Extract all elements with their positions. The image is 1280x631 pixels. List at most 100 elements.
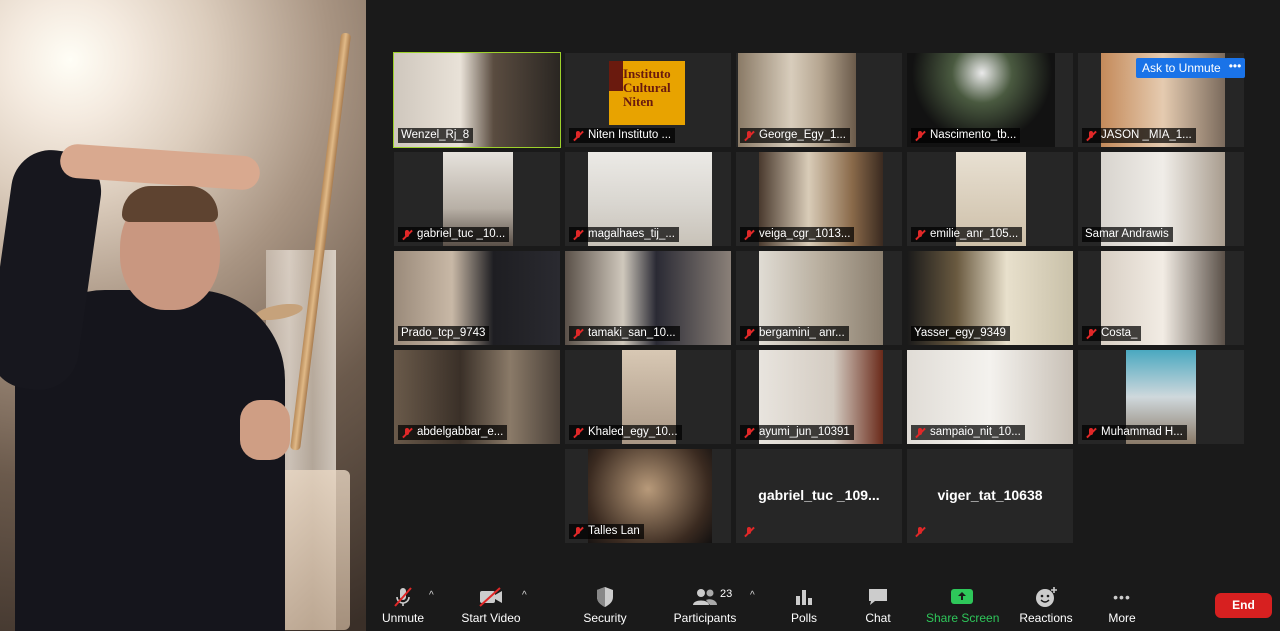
- participants-count: 23: [720, 588, 733, 600]
- participant-name-tag: veiga_cgr_1013...: [740, 227, 855, 242]
- muted-mic-icon: [572, 130, 584, 142]
- muted-mic-icon: [572, 229, 584, 241]
- participant-name-tag: Khaled_egy_10...: [569, 425, 682, 440]
- participants-options-caret-icon[interactable]: ^: [750, 590, 755, 601]
- participant-name-tag: abdelgabbar_e...: [398, 425, 508, 440]
- participant-tile[interactable]: George_Egy_1...: [736, 53, 902, 147]
- participant-name-tag: Niten Instituto ...: [569, 128, 676, 143]
- participant-name-tag: ayumi_jun_10391: [740, 425, 854, 440]
- participant-name-tag: Samar Andrawis: [1082, 227, 1173, 242]
- participant-display-name: viger_tat_10638: [937, 487, 1043, 503]
- speaker-hand: [240, 400, 290, 460]
- share-screen-icon: [951, 589, 973, 604]
- chat-label: Chat: [865, 611, 891, 625]
- participant-tile[interactable]: emilie_anr_105...: [907, 152, 1073, 246]
- participant-name-tag: [911, 524, 934, 539]
- tile-more-options-button[interactable]: •••: [1225, 58, 1245, 78]
- participant-tile[interactable]: Wenzel_Rj_8: [393, 52, 561, 148]
- participant-display-name: gabriel_tuc _109...: [758, 487, 880, 503]
- participant-tile[interactable]: Yasser_egy_9349: [907, 251, 1073, 345]
- muted-mic-icon: [743, 427, 755, 439]
- muted-mic-icon: [743, 130, 755, 142]
- more-dots-icon: •••: [1113, 589, 1131, 605]
- ask-to-unmute-button[interactable]: Ask to Unmute: [1136, 58, 1227, 78]
- participant-tile[interactable]: Nascimento_tb...: [907, 53, 1073, 147]
- participant-name-tag: gabriel_tuc _10...: [398, 227, 510, 242]
- participant-tile[interactable]: magalhaes_tij_...: [565, 152, 731, 246]
- muted-mic-icon: [743, 229, 755, 241]
- participant-tile[interactable]: bergamini_ anr...: [736, 251, 902, 345]
- unmute-label: Unmute: [381, 611, 425, 625]
- reactions-button[interactable]: Reactions: [1018, 586, 1074, 625]
- unmute-button[interactable]: Unmute: [380, 586, 426, 625]
- participant-name-tag: [740, 524, 763, 539]
- start-video-label: Start Video: [461, 611, 521, 625]
- participant-name-tag: George_Egy_1...: [740, 128, 850, 143]
- security-label: Security: [583, 611, 627, 625]
- participant-tile[interactable]: ayumi_jun_10391: [736, 350, 902, 444]
- reactions-label: Reactions: [1019, 611, 1073, 625]
- participant-name-tag: sampaio_nit_10...: [911, 425, 1025, 440]
- more-label: More: [1108, 611, 1136, 625]
- polls-label: Polls: [790, 611, 817, 625]
- audio-options-caret-icon[interactable]: ^: [429, 590, 434, 601]
- end-meeting-button[interactable]: End: [1215, 593, 1272, 618]
- speaker-hair: [122, 186, 218, 222]
- security-button[interactable]: Security: [582, 586, 628, 625]
- chat-button[interactable]: Chat: [858, 586, 898, 625]
- reactions-emoji-icon: [1036, 587, 1057, 607]
- participant-name-tag: Prado_tcp_9743: [398, 326, 490, 341]
- active-speaker-video: [0, 0, 366, 631]
- gallery-grid: Wenzel_Rj_8 Instituto Cultural Niten Niten…: [366, 0, 1280, 580]
- participant-name-tag: tamaki_san_10...: [569, 326, 680, 341]
- participant-tile[interactable]: tamaki_san_10...: [565, 251, 731, 345]
- participants-icon: [693, 589, 717, 605]
- muted-mic-icon: [1085, 427, 1097, 439]
- participant-tile[interactable]: Prado_tcp_9743: [394, 251, 560, 345]
- muted-microphone-icon: [394, 587, 412, 607]
- participant-tile[interactable]: Khaled_egy_10...: [565, 350, 731, 444]
- chat-bubble-icon: [869, 589, 887, 605]
- participant-name-tag: bergamini_ anr...: [740, 326, 849, 341]
- muted-mic-icon: [572, 526, 584, 538]
- participant-name-tag: Costa_: [1082, 326, 1142, 341]
- participant-tile[interactable]: Samar Andrawis: [1078, 152, 1244, 246]
- muted-mic-icon: [401, 229, 413, 241]
- participant-name-tag: Nascimento_tb...: [911, 128, 1021, 143]
- participant-name-tag: Wenzel_Rj_8: [398, 128, 474, 143]
- polls-button[interactable]: Polls: [784, 586, 824, 625]
- participant-tile[interactable]: Instituto Cultural Niten Niten Instituto .…: [565, 53, 731, 147]
- participant-tile[interactable]: abdelgabbar_e...: [394, 350, 560, 444]
- participant-tile[interactable]: viger_tat_10638: [907, 449, 1073, 543]
- share-screen-label: Share Screen: [926, 611, 1000, 625]
- video-options-caret-icon[interactable]: ^: [522, 590, 527, 601]
- shield-icon: [597, 587, 613, 607]
- meeting-toolbar: Unmute ^ Start Video ^ Security Particip…: [366, 580, 1280, 631]
- participant-tile[interactable]: veiga_cgr_1013...: [736, 152, 902, 246]
- participant-tile[interactable]: gabriel_tuc _10...: [394, 152, 560, 246]
- muted-mic-icon: [914, 427, 926, 439]
- instituto-niten-logo: Instituto Cultural Niten: [609, 61, 685, 125]
- muted-mic-icon: [743, 328, 755, 340]
- polls-icon: [796, 590, 812, 605]
- muted-mic-icon: [401, 427, 413, 439]
- muted-mic-icon: [1085, 328, 1097, 340]
- muted-mic-icon: [914, 526, 926, 538]
- start-video-button[interactable]: Start Video: [461, 586, 521, 625]
- muted-mic-icon: [743, 526, 755, 538]
- participant-tile[interactable]: Costa_: [1078, 251, 1244, 345]
- more-button[interactable]: ••• More: [1102, 586, 1142, 625]
- muted-mic-icon: [914, 130, 926, 142]
- participant-tile[interactable]: sampaio_nit_10...: [907, 350, 1073, 444]
- participant-name-tag: JASON _MIA_1...: [1082, 128, 1196, 143]
- muted-mic-icon: [914, 229, 926, 241]
- participant-tile[interactable]: Talles Lan: [565, 449, 731, 543]
- participant-tile[interactable]: Muhammad H...: [1078, 350, 1244, 444]
- participant-name-tag: Muhammad H...: [1082, 425, 1187, 440]
- muted-mic-icon: [572, 427, 584, 439]
- share-screen-button[interactable]: Share Screen: [926, 586, 1000, 625]
- participant-tile[interactable]: gabriel_tuc _109...: [736, 449, 902, 543]
- participant-name-tag: Talles Lan: [569, 524, 644, 539]
- participant-name-tag: magalhaes_tij_...: [569, 227, 679, 242]
- video-off-icon: [479, 587, 502, 607]
